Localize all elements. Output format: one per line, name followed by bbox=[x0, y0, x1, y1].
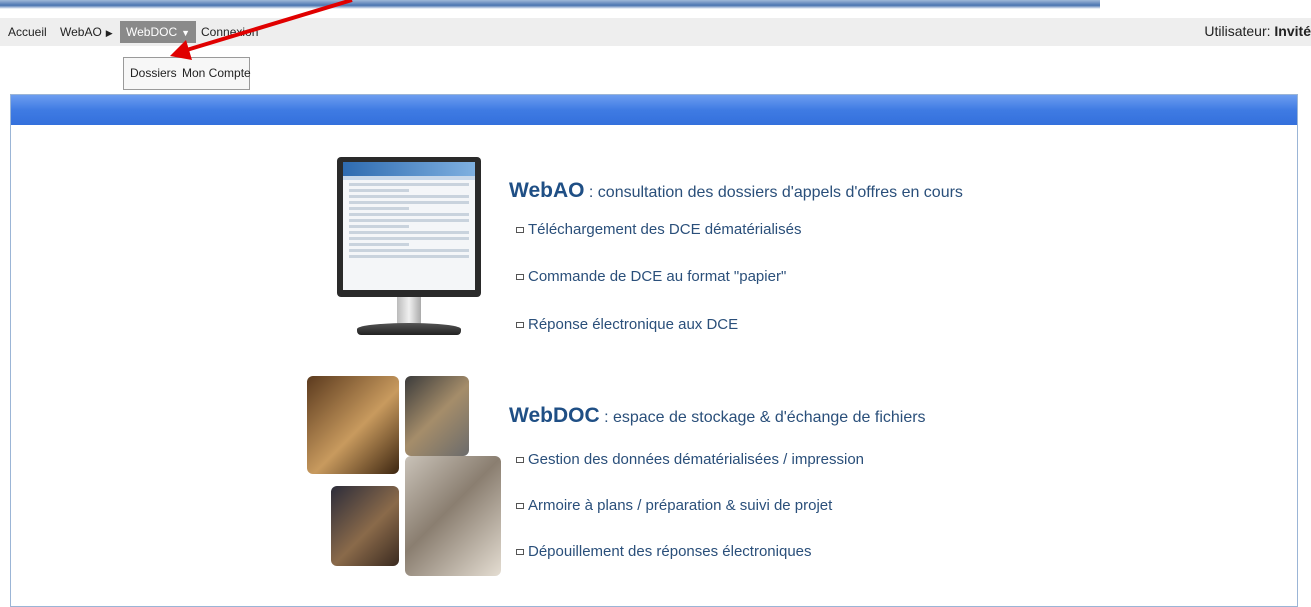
webdoc-feature-2: Armoire à plans / préparation & suivi de… bbox=[516, 497, 832, 514]
nav-webao-label: WebAO bbox=[60, 25, 102, 39]
nav-webdoc[interactable]: WebDOC ▼ bbox=[120, 21, 197, 43]
monitor-base bbox=[357, 323, 461, 335]
nav-connexion[interactable]: Connexion bbox=[195, 21, 264, 43]
bullet-icon bbox=[516, 503, 524, 510]
chevron-right-icon: ▶ bbox=[105, 28, 113, 38]
feature-label: Dépouillement des réponses électroniques bbox=[528, 543, 812, 560]
feature-label: Téléchargement des DCE dématérialisés bbox=[528, 221, 802, 238]
main-content: WebAO : consultation des dossiers d'appe… bbox=[10, 94, 1298, 607]
bullet-icon bbox=[516, 549, 524, 556]
submenu-item-dossiers[interactable]: Dossiers bbox=[130, 66, 177, 80]
webdoc-feature-1: Gestion des données dématérialisées / im… bbox=[516, 451, 864, 468]
feature-label: Gestion des données dématérialisées / im… bbox=[528, 451, 865, 468]
team-meeting-photo bbox=[307, 376, 399, 474]
team-photo bbox=[331, 486, 399, 566]
user-value: Invité bbox=[1274, 23, 1311, 39]
monitor-bezel bbox=[337, 157, 481, 297]
webdoc-submenu: Dossiers Mon Compte bbox=[123, 57, 251, 90]
bullet-icon bbox=[516, 274, 524, 281]
documents-photo bbox=[405, 456, 501, 576]
nav-webao[interactable]: WebAO ▶ bbox=[54, 21, 119, 43]
webao-feature-1: Téléchargement des DCE dématérialisés bbox=[516, 221, 801, 238]
webao-feature-3: Réponse électronique aux DCE bbox=[516, 316, 738, 333]
bullet-icon bbox=[516, 322, 524, 329]
monitor-illustration bbox=[337, 157, 481, 337]
chevron-down-icon: ▼ bbox=[181, 28, 191, 38]
monitor-screen bbox=[343, 162, 475, 290]
bullet-icon bbox=[516, 457, 524, 464]
webdoc-brand: WebDOC bbox=[509, 404, 600, 427]
webao-description: : consultation des dossiers d'appels d'o… bbox=[584, 184, 963, 201]
feature-label: Réponse électronique aux DCE bbox=[528, 316, 739, 333]
photo-collage bbox=[307, 376, 507, 576]
user-status: Utilisateur: Invité bbox=[1204, 23, 1311, 39]
nav-webdoc-label: WebDOC bbox=[126, 25, 178, 39]
webdoc-description: : espace de stockage & d'échange de fich… bbox=[599, 409, 926, 426]
nav-accueil[interactable]: Accueil bbox=[2, 21, 53, 43]
feature-label: Armoire à plans / préparation & suivi de… bbox=[528, 497, 833, 514]
submenu-item-mon-compte[interactable]: Mon Compte bbox=[182, 66, 251, 80]
webao-section-title: WebAO : consultation des dossiers d'appe… bbox=[509, 179, 963, 203]
nav-accueil-label: Accueil bbox=[8, 25, 47, 39]
content-header-bar bbox=[11, 95, 1297, 125]
feature-label: Commande de DCE au format "papier" bbox=[528, 268, 787, 285]
businessman-photo bbox=[405, 376, 469, 456]
webao-brand: WebAO bbox=[509, 179, 585, 202]
nav-connexion-label: Connexion bbox=[201, 25, 259, 39]
webao-feature-2: Commande de DCE au format "papier" bbox=[516, 268, 786, 285]
main-navbar: Accueil WebAO ▶ WebDOC ▼ Connexion bbox=[0, 18, 1311, 46]
bullet-icon bbox=[516, 227, 524, 234]
monitor-neck bbox=[397, 297, 421, 325]
webdoc-section-title: WebDOC : espace de stockage & d'échange … bbox=[509, 404, 926, 428]
user-label: Utilisateur: bbox=[1204, 23, 1271, 39]
webdoc-feature-3: Dépouillement des réponses électroniques bbox=[516, 543, 812, 560]
top-banner-strip bbox=[0, 0, 1100, 9]
